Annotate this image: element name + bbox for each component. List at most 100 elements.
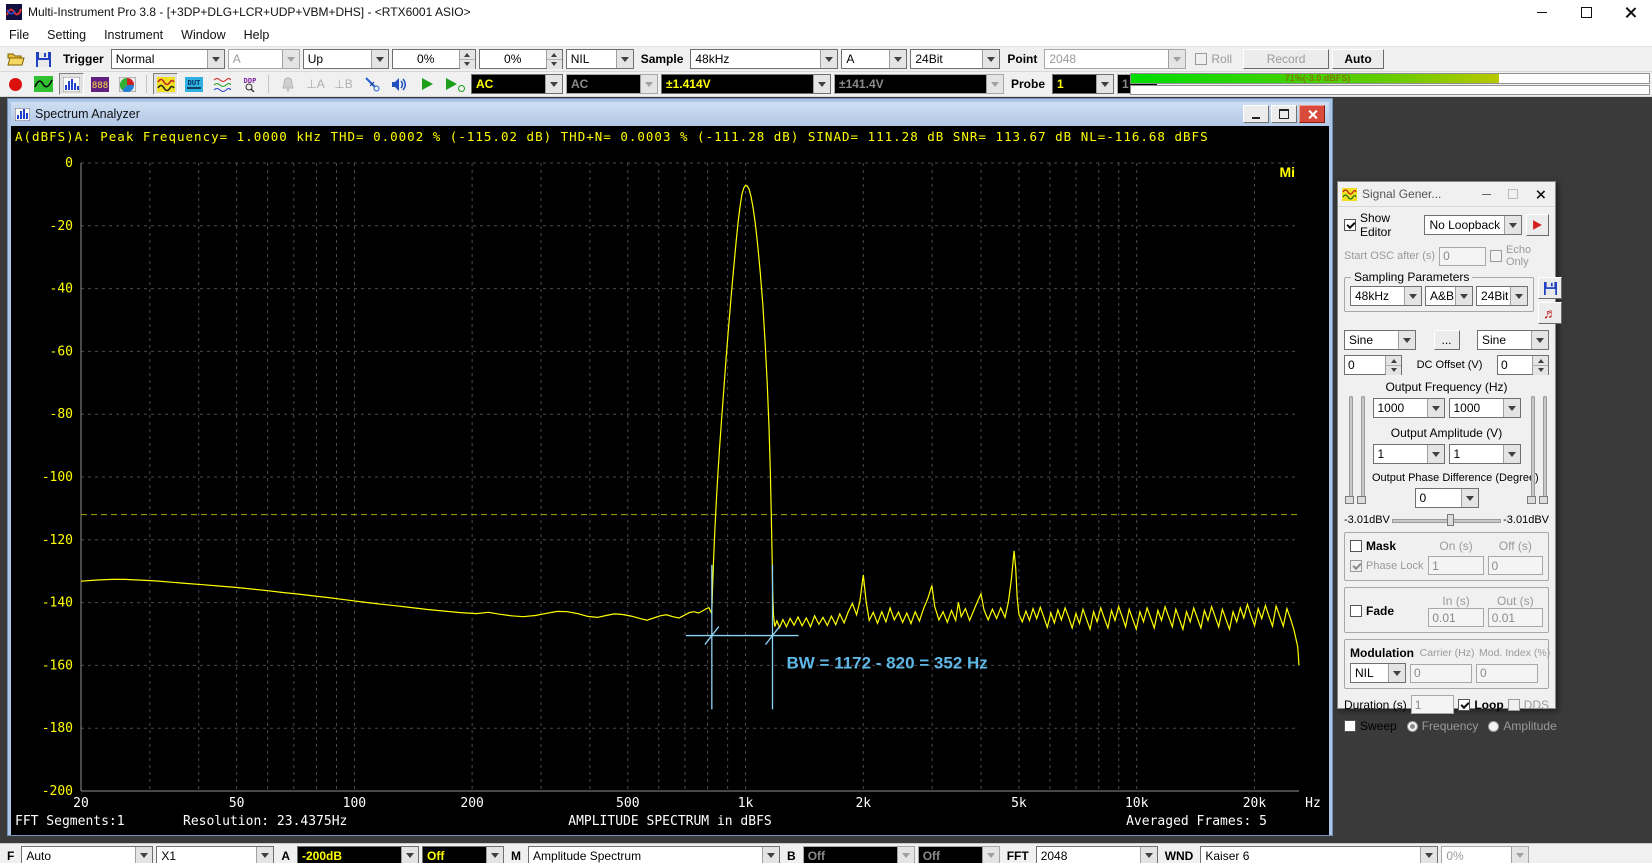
save-waveform-button[interactable] (1538, 277, 1562, 299)
frequency-a-combo[interactable]: 1000 (1373, 398, 1445, 418)
amplitude-a-combo[interactable]: 1 (1373, 444, 1445, 464)
waveform-more-button[interactable]: ... (1434, 330, 1460, 350)
spectrum-minimize-button[interactable] (1243, 105, 1269, 123)
amplitude-b-combo[interactable]: 1 (1449, 444, 1521, 464)
trigger-delay-spinner[interactable]: 0% (479, 49, 563, 69)
spectrum-3d-button[interactable] (115, 73, 140, 95)
mode-combo[interactable]: Amplitude Spectrum (528, 846, 780, 863)
spin-up-icon[interactable] (460, 50, 475, 60)
show-editor-checkbox[interactable]: Show Editor (1344, 211, 1420, 239)
fft-size-combo[interactable]: 2048 (1036, 846, 1158, 863)
fade-checkbox[interactable]: Fade (1350, 604, 1424, 618)
maximize-button[interactable] (1564, 0, 1608, 24)
auto-button[interactable]: Auto (1332, 49, 1384, 69)
mask-checkbox[interactable]: Mask (1350, 539, 1424, 553)
close-button[interactable] (1608, 0, 1652, 24)
level-a-label: -3.01dBV (1344, 514, 1390, 526)
bit-depth-combo[interactable]: 24Bit (910, 49, 1000, 69)
b-label: B (783, 849, 800, 863)
music-file-button[interactable]: ♬ (1538, 302, 1562, 324)
loop-checkbox[interactable]: Loop (1458, 698, 1503, 712)
waveform-b-combo[interactable]: Sine (1477, 330, 1549, 350)
freq-range-combo[interactable]: Auto (21, 846, 153, 863)
spin-down-icon[interactable] (460, 60, 475, 69)
spin-down-icon[interactable] (1386, 366, 1401, 375)
sweep-checkbox[interactable]: Sweep (1344, 719, 1397, 733)
menu-help[interactable]: Help (235, 28, 279, 42)
record-run-button[interactable] (3, 73, 28, 95)
master-level-slider[interactable] (1392, 513, 1501, 527)
svg-text:5k: 5k (1011, 796, 1027, 808)
minimize-button[interactable] (1520, 0, 1564, 24)
window-function-combo[interactable]: Kaiser 6 (1200, 846, 1438, 863)
points-combo: 2048 (1044, 49, 1186, 69)
level-slider-a2[interactable] (1357, 396, 1366, 504)
spin-up-icon[interactable] (1533, 356, 1548, 366)
coupling-a-combo[interactable]: AC (471, 74, 563, 94)
spin-down-icon[interactable] (1533, 366, 1548, 375)
derived-data-button[interactable] (209, 73, 234, 95)
menu-file[interactable]: File (0, 28, 38, 42)
menu-setting[interactable]: Setting (38, 28, 95, 42)
frequency-b-combo[interactable]: 1000 (1449, 398, 1521, 418)
spectrum-restore-button[interactable] (1271, 105, 1297, 123)
range-a-combo[interactable]: ±1.414V (661, 74, 831, 94)
modulation-combo[interactable]: NIL (1350, 663, 1406, 683)
spectrum-analyzer-button[interactable] (59, 73, 84, 95)
siggen-titlebar[interactable]: Signal Gener... (1338, 182, 1555, 207)
sweep-amplitude-radio: Amplitude (1488, 719, 1556, 733)
sample-rate-combo[interactable]: 48kHz (690, 49, 838, 69)
bandwidth-cursor[interactable]: BW = 1172 - 820 = 352 Hz (686, 565, 988, 709)
waveform-a-combo[interactable]: Sine (1344, 330, 1416, 350)
menu-window[interactable]: Window (172, 28, 234, 42)
a-ref-combo[interactable]: Off (422, 846, 504, 863)
spin-down-icon[interactable] (547, 60, 562, 69)
sound-device-button[interactable] (387, 73, 412, 95)
output-phase-label: Output Phase Difference (Degree) (1372, 472, 1521, 484)
gen-channels-combo[interactable]: A&B (1425, 286, 1473, 306)
level-slider-a1[interactable] (1345, 396, 1354, 504)
phase-combo[interactable]: 0 (1415, 488, 1479, 508)
app-logo-icon (6, 4, 22, 20)
minimize-icon (1537, 12, 1547, 13)
siggen-close-button[interactable] (1529, 184, 1551, 204)
probe-a-combo[interactable]: 1 (1052, 74, 1114, 94)
menu-instrument[interactable]: Instrument (95, 28, 172, 42)
spectrum-close-button[interactable] (1299, 105, 1325, 123)
level-slider-b2[interactable] (1539, 396, 1548, 504)
fade-group: Fade In (s) 0.01 Out (s) 0.01 (1344, 587, 1549, 633)
oscilloscope-button[interactable] (31, 73, 56, 95)
multimeter-button[interactable]: 888 (87, 73, 112, 95)
signal-generator-button[interactable] (153, 73, 178, 95)
open-file-button[interactable] (3, 48, 28, 70)
trigger-mode-combo[interactable]: Normal (111, 49, 225, 69)
gen-rate-combo[interactable]: 48kHz (1350, 286, 1422, 306)
svg-text:100: 100 (343, 796, 366, 808)
dc-offset-a-spinner[interactable]: 0 (1344, 355, 1402, 375)
dc-offset-b-spinner[interactable]: 0 (1497, 355, 1549, 375)
siggen-maximize-button[interactable] (1502, 184, 1524, 204)
zoom-combo[interactable]: X1 (156, 846, 274, 863)
trigger-edge-combo[interactable]: Up (303, 49, 389, 69)
run-continuous-button[interactable] (443, 73, 468, 95)
device-test-plan-button[interactable]: DUT (181, 73, 206, 95)
ddp-viewer-button[interactable]: DDP (237, 73, 262, 95)
gen-bits-combo[interactable]: 24Bit (1476, 286, 1528, 306)
spin-up-icon[interactable] (1386, 356, 1401, 366)
run-button[interactable] (415, 73, 440, 95)
trigger-level-spinner[interactable]: 0% (392, 49, 476, 69)
siggen-run-button[interactable] (1526, 214, 1549, 236)
sample-channel-combo[interactable]: A (841, 49, 907, 69)
hpf-combo[interactable]: NIL (566, 49, 634, 69)
a-range-combo[interactable]: -200dB (297, 846, 419, 863)
calibration-button[interactable] (359, 73, 384, 95)
save-file-button[interactable] (31, 48, 56, 70)
spin-up-icon[interactable] (547, 50, 562, 60)
mdi-client-area: Spectrum Analyzer A(dBFS)A: Peak Frequen… (0, 97, 1652, 843)
loopback-combo[interactable]: No Loopback (1424, 215, 1522, 235)
level-slider-b1[interactable] (1527, 396, 1536, 504)
spectrum-titlebar[interactable]: Spectrum Analyzer (11, 102, 1329, 126)
spectrum-chart[interactable]: 0-20-40-60-80-100-120-140-160-180-200205… (11, 147, 1329, 808)
siggen-minimize-button[interactable] (1475, 184, 1497, 204)
chevron-down-icon (762, 847, 779, 863)
